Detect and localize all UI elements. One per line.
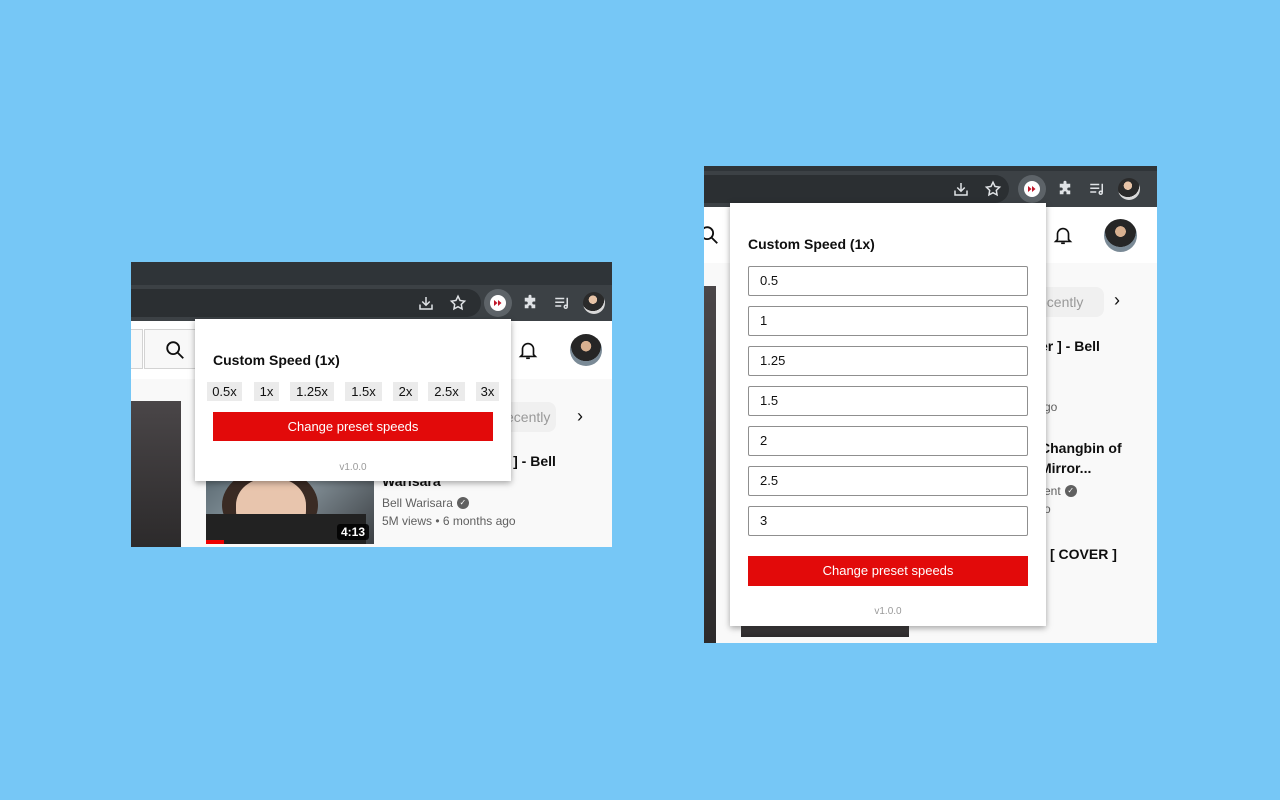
- speed-popup: Custom Speed (1x) 0.5x 1x 1.25x 1.5x 2x …: [195, 319, 511, 481]
- bell-icon[interactable]: [1052, 224, 1074, 246]
- screenshot-compact-view: ecently › 4:13 er ] - Bell Warisara Bell…: [131, 262, 612, 547]
- watch-progress: [206, 540, 224, 544]
- profile-avatar[interactable]: [583, 292, 605, 314]
- browser-toolbar: [704, 171, 1157, 207]
- speed-button-1-25x[interactable]: 1.25x: [290, 382, 334, 401]
- search-icon[interactable]: [704, 224, 720, 246]
- video-stats-1: go: [1044, 400, 1058, 414]
- search-button[interactable]: [144, 329, 202, 369]
- channel-avatar[interactable]: [570, 334, 602, 366]
- video-title-2-line2[interactable]: Mirror...: [1040, 458, 1091, 478]
- screenshot-edit-view: ecently › er ] - Bell go Changbin of Mir…: [704, 166, 1157, 643]
- speed-input-3[interactable]: 1.25: [748, 346, 1028, 376]
- speed-extension-icon[interactable]: [1018, 175, 1046, 203]
- verified-icon: ✓: [456, 497, 469, 509]
- search-input[interactable]: [131, 329, 143, 369]
- browser-toolbar: [131, 285, 612, 321]
- video-player-edge: [704, 286, 716, 643]
- download-icon[interactable]: [415, 292, 437, 314]
- speed-input-4[interactable]: 1.5: [748, 386, 1028, 416]
- video-channel[interactable]: Bell Warisara ✓: [382, 496, 469, 510]
- preset-speed-row: 0.5x 1x 1.25x 1.5x 2x 2.5x 3x: [207, 382, 499, 401]
- speed-button-0-5x[interactable]: 0.5x: [207, 382, 242, 401]
- video-thumbnail[interactable]: 4:13: [206, 474, 374, 544]
- star-icon[interactable]: [982, 178, 1004, 200]
- media-icon[interactable]: [1086, 178, 1108, 200]
- chevron-right-icon[interactable]: ›: [577, 406, 583, 427]
- speed-button-1x[interactable]: 1x: [254, 382, 279, 401]
- verified-icon: ✓: [1064, 485, 1077, 497]
- puzzle-icon[interactable]: [519, 292, 541, 314]
- chevron-right-icon[interactable]: ›: [1114, 290, 1120, 311]
- version-label: v1.0.0: [339, 462, 367, 473]
- speed-input-1[interactable]: 0.5: [748, 266, 1028, 296]
- speed-popup-edit: Custom Speed (1x) 0.5 1 1.25 1.5 2 2.5 3…: [730, 203, 1046, 626]
- speed-input-5[interactable]: 2: [748, 426, 1028, 456]
- speed-button-3x[interactable]: 3x: [476, 382, 499, 401]
- speed-button-2-5x[interactable]: 2.5x: [428, 382, 465, 401]
- puzzle-icon[interactable]: [1054, 178, 1076, 200]
- video-duration: 4:13: [336, 524, 369, 540]
- video-title-3[interactable]: [ COVER ]: [1050, 544, 1117, 564]
- version-label: v1.0.0: [874, 606, 902, 617]
- video-title-2-line1[interactable]: Changbin of: [1040, 438, 1122, 458]
- speed-button-1-5x[interactable]: 1.5x: [345, 382, 382, 401]
- speed-input-7[interactable]: 3: [748, 506, 1028, 536]
- speed-extension-icon[interactable]: [484, 289, 512, 317]
- browser-tab-strip: [131, 262, 612, 285]
- speed-input-6[interactable]: 2.5: [748, 466, 1028, 496]
- video-title-1[interactable]: er ] - Bell: [1040, 336, 1100, 356]
- star-icon[interactable]: [447, 292, 469, 314]
- change-preset-speeds-button[interactable]: Change preset speeds: [213, 412, 493, 441]
- popup-title: Custom Speed (1x): [213, 352, 340, 368]
- speed-button-2x[interactable]: 2x: [393, 382, 418, 401]
- video-stats: 5M views • 6 months ago: [382, 514, 516, 528]
- channel-avatar[interactable]: [1104, 219, 1137, 252]
- bell-icon[interactable]: [517, 339, 539, 361]
- profile-avatar[interactable]: [1118, 178, 1140, 200]
- channel-name[interactable]: Bell Warisara: [382, 496, 453, 510]
- download-icon[interactable]: [950, 178, 972, 200]
- video-channel-2[interactable]: ent ✓: [1044, 484, 1077, 498]
- channel-name[interactable]: ent: [1044, 484, 1061, 498]
- video-player-edge: [131, 401, 181, 547]
- popup-title: Custom Speed (1x): [748, 236, 875, 252]
- change-preset-speeds-button[interactable]: Change preset speeds: [748, 556, 1028, 586]
- media-icon[interactable]: [551, 292, 573, 314]
- search-icon: [166, 341, 184, 359]
- speed-input-2[interactable]: 1: [748, 306, 1028, 336]
